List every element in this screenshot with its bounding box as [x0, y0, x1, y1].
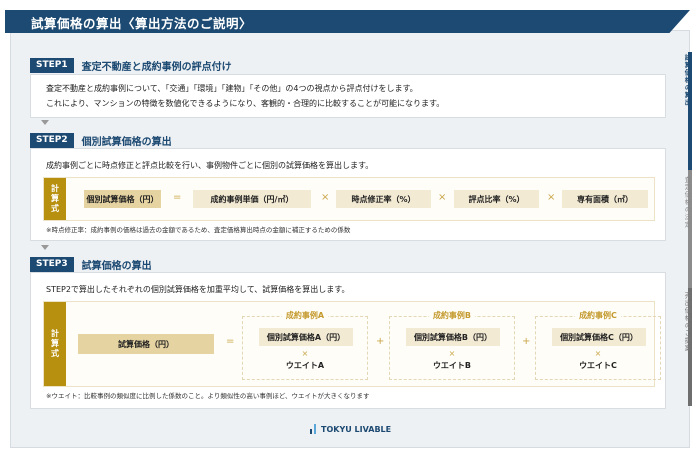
- step2-formula: 計算式 個別試算価格（円） = 成約事例単価（円/㎡） × 時点修正率（%） ×…: [43, 177, 655, 221]
- case-price: 個別試算価格C（円）: [552, 328, 646, 346]
- company-logo: TOKYU LIVABLE: [310, 424, 391, 434]
- side-tab-trial-price[interactable]: 試算価格の算出: [676, 50, 692, 107]
- step1-line: 査定不動産と成約事例について、「交通」「環境」「建物」「その他」の4つの視点から…: [46, 84, 418, 93]
- down-arrow-icon: [41, 245, 49, 250]
- step1-card: 査定不動産と成約事例について、「交通」「環境」「建物」「その他」の4つの視点から…: [30, 74, 666, 118]
- step3-title: 試算価格の算出: [81, 261, 152, 272]
- step2-badge: STEP2: [30, 133, 74, 148]
- times-sign: ×: [438, 192, 447, 203]
- term-time-correction: 時点修正率（%）: [336, 190, 431, 208]
- case-c: 成約事例C 個別試算価格C（円） × ウエイトC: [535, 311, 661, 380]
- case-b: 成約事例B 個別試算価格B（円） × ウエイトB: [389, 311, 515, 380]
- case-price: 個別試算価格B（円）: [406, 328, 500, 346]
- step3-note: ※ウエイト：比較事例の類似度に比例した係数のこと。より類似性の高い事例ほど、ウエ…: [46, 392, 370, 400]
- case-label: 成約事例A: [281, 311, 329, 320]
- plus-sign: +: [522, 336, 531, 347]
- plus-sign: +: [376, 336, 385, 347]
- step2-note: ※時点修正率：成約事例の価格は過去の金額であるため、査定価格算出時点の金額に補正…: [46, 226, 351, 234]
- down-arrow-icon: [41, 120, 49, 125]
- step3-header: STEP3 試算価格の算出: [30, 257, 152, 272]
- term-unit-price: 成約事例単価（円/㎡）: [193, 190, 311, 208]
- times-sign: ×: [594, 349, 602, 358]
- step1-badge: STEP1: [30, 58, 74, 73]
- case-a: 成約事例A 個別試算価格A（円） × ウエイトA: [242, 311, 368, 380]
- case-price: 個別試算価格A（円）: [259, 328, 353, 346]
- step3-badge: STEP3: [30, 257, 74, 272]
- page-title: 試算価格の算出〈算出方法のご説明〉: [31, 16, 253, 31]
- equals-sign: =: [226, 336, 235, 347]
- formula-label: 計算式: [44, 178, 66, 220]
- case-weight: ウエイトC: [579, 361, 617, 370]
- times-sign: ×: [301, 349, 309, 358]
- logo-text: TOKYU LIVABLE: [321, 424, 392, 434]
- step2-desc: 成約事例ごとに時点修正と評点比較を行い、事例物件ごとに個別の試算価格を算出します…: [46, 161, 374, 170]
- case-label: 成約事例B: [428, 311, 476, 320]
- step2-card: 成約事例ごとに時点修正と評点比較を行い、事例物件ごとに個別の試算価格を算出します…: [30, 148, 666, 241]
- formula-label: 計算式: [44, 302, 66, 386]
- case-label: 成約事例C: [575, 311, 621, 320]
- step3-desc: STEP2で算出したそれぞれの個別試算価格を加重平均して、試算価格を算出します。: [46, 285, 350, 294]
- side-tab-appraisal[interactable]: 査定価格の決定: [676, 172, 692, 229]
- step1-title: 査定不動産と成約事例の評点付け: [81, 62, 232, 73]
- case-weight: ウエイトA: [285, 361, 325, 370]
- step2-header: STEP2 個別試算価格の算出: [30, 133, 172, 148]
- times-sign: ×: [448, 349, 456, 358]
- term-area: 専有面積（㎡）: [562, 190, 648, 208]
- equals-sign: =: [173, 192, 182, 203]
- step1-header: STEP1 査定不動産と成約事例の評点付け: [30, 58, 232, 73]
- step1-line: これにより、マンションの特徴を数値化できるようになり、客観的・合理的に比較するこ…: [46, 99, 445, 108]
- step3-formula: 計算式 試算価格（円） = 成約事例A 個別試算価格A（円） × ウエイトA +…: [43, 301, 661, 387]
- logo-mark-icon: [310, 424, 316, 434]
- term-trial-price: 試算価格（円）: [78, 334, 214, 354]
- header-bar: 試算価格の算出〈算出方法のご説明〉: [5, 10, 690, 33]
- times-sign: ×: [321, 192, 330, 203]
- case-weight: ウエイトB: [432, 361, 472, 370]
- times-sign: ×: [547, 192, 556, 203]
- step3-card: STEP2で算出したそれぞれの個別試算価格を加重平均して、試算価格を算出します。…: [30, 272, 666, 409]
- side-tab-proposal[interactable]: 売出価格のご提案: [676, 288, 692, 352]
- term-score-ratio: 評点比率（%）: [454, 190, 539, 208]
- step2-title: 個別試算価格の算出: [81, 137, 172, 148]
- term-individual-price: 個別試算価格（円）: [84, 190, 161, 208]
